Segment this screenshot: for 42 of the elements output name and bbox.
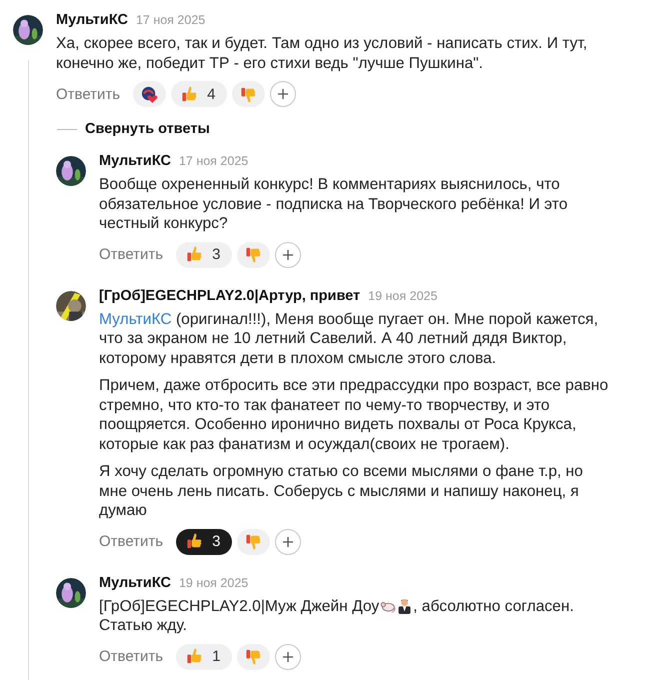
like-button[interactable]: 4 — [171, 81, 228, 107]
plus-icon — [277, 88, 290, 100]
author-name[interactable]: МультиКС — [99, 574, 171, 590]
plus-icon — [282, 650, 294, 662]
comment-text: [ГрОб]EGECHPLAY2.0|Муж Джейн Доу , абсолютно согласен. Статью жду. — [99, 596, 575, 636]
like-button[interactable]: 1 — [176, 644, 232, 670]
comment-date: 19 ноя 2025 — [178, 576, 248, 590]
comment-date: 17 ноя 2025 — [178, 154, 248, 168]
comment-text: Я хочу сделать огромную статью со всеми мыслями о фане т.р, но мне очень лень писать. Соберусь с мыслями и напишу наконец, я думаю — [99, 462, 584, 520]
reply-button[interactable]: Ответить — [99, 533, 164, 550]
dislike-button[interactable] — [237, 242, 270, 268]
reply-button[interactable]: Ответить — [99, 246, 164, 263]
add-reaction-button[interactable] — [275, 528, 302, 554]
comment-text: Вообще охрененный конкурс! В комментариях выяснилось, что обязательное условие - подписка на Творческого ребёнка! И это честный конкурс? — [99, 175, 569, 234]
dislike-button[interactable] — [237, 644, 270, 670]
plus-icon — [282, 248, 294, 260]
like-button[interactable]: 3 — [176, 242, 232, 268]
like-button[interactable]: 3 — [176, 528, 232, 554]
dislike-button[interactable] — [232, 81, 266, 107]
reply-button[interactable]: Ответить — [56, 86, 120, 102]
author-name[interactable]: МультиКС — [99, 153, 171, 169]
comment-text: Ха, скорее всего, так и будет. Там одно из условий - написать стих. И тут, конечно же, победит ТР - его стихи ведь "лучше Пушкина". — [56, 34, 588, 73]
dislike-button[interactable] — [237, 528, 270, 554]
add-reaction-button[interactable] — [270, 81, 296, 107]
reply-button[interactable]: Ответить — [99, 648, 164, 665]
thumbs-up-icon — [180, 84, 200, 104]
comment-date: 19 ноя 2025 — [368, 288, 438, 302]
comment-date: 17 ноя 2025 — [136, 13, 206, 27]
add-reaction-button[interactable] — [275, 644, 302, 670]
thumbs-up-icon — [185, 647, 204, 666]
comment-text: Причем, даже отбросить все эти предрассудки про возраст, все равно стремно, что кто-то так фанатеет по чему-то творчеству, и это поощряется. Особенно иронично видеть похвалы от Роса Крукса, которые как раз фанатизм и осуждал(своих не трогаем). — [99, 376, 610, 454]
comment-text: МультиКС (оригинал!!!), Меня вообще пугает он. Мне порой кажется, что за экраном не 10 летний Савелий. А 40 летний дядя Виктор, которому нравятся дети в плохом смысле этого слова. — [99, 310, 600, 368]
man-in-tuxedo-emoji-icon — [396, 596, 414, 614]
heart-icon — [140, 84, 160, 104]
reaction-button[interactable] — [133, 81, 166, 107]
author-name[interactable]: МультиКС — [56, 12, 128, 28]
collapse-replies-button[interactable]: Свернуть ответы — [85, 121, 210, 137]
thumbs-up-icon — [185, 532, 204, 551]
mention-link[interactable]: МультиКС — [99, 310, 172, 328]
add-reaction-button[interactable] — [275, 242, 302, 268]
author-name[interactable]: [ГрОб]EGECHPLAY2.0|Артур, привет — [99, 288, 360, 304]
plus-icon — [282, 536, 294, 548]
